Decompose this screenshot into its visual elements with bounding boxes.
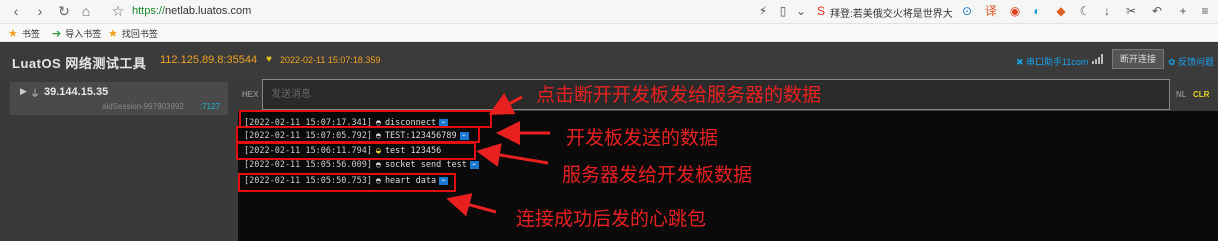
plug-icon: ⏚ [30,89,40,100]
app-header: LuatOS 网络测试工具 112.125.89.8:35544 ♥ 2022-… [0,43,1218,77]
serial-helper-link[interactable]: ✖ 串口助手11com [1016,55,1088,68]
bookmark-item[interactable]: ➔ 导入书签 [52,27,101,40]
download-icon[interactable]: ↓ [1100,4,1114,18]
connection-item[interactable]: ▶ ⏚ 39.144.15.35 aidSession-997903992 :7… [10,82,228,115]
undo-icon[interactable]: ↶ [1150,4,1164,18]
address-bar[interactable]: https://netlab.luatos.com [132,5,251,17]
game-icon[interactable]: ◆ [1054,4,1068,18]
hex-toggle[interactable]: HEX [242,90,258,99]
highlight-box [238,173,456,192]
night-mode-icon[interactable]: ☾ [1078,4,1092,18]
search-suggestion[interactable]: 拜登:若美俄交火将是世界大 [830,5,953,20]
heart-icon: ♥ [266,54,272,65]
menu-icon[interactable]: ≡ [1198,4,1212,18]
annotation-board-send: 开发板发送的数据 [566,127,719,149]
signal-icon [1092,54,1103,64]
server-address: 112.125.89.8:35544 [160,54,258,66]
sync-icon[interactable]: ◐ [1030,4,1044,18]
clear-button[interactable]: CLR [1193,90,1209,99]
cut-icon[interactable]: ✂ [1124,4,1138,18]
highlight-box [236,142,476,160]
connection-ip: 39.144.15.35 [44,86,109,98]
forward-icon[interactable]: › [32,3,48,19]
connection-session: aidSession-997903992 [102,102,184,111]
bookmark-item[interactable]: ★ 书签 [8,27,40,40]
doc-icon[interactable]: ▯ [776,4,790,18]
header-date: 2022-02-11 15:07:18.359 [280,55,381,65]
star-icon: ★ [108,28,118,40]
chevron-down-icon[interactable]: ⌄ [794,4,808,18]
lightning-icon[interactable]: ⚡ [756,4,770,18]
star-icon: ★ [8,28,18,40]
reload-icon[interactable]: ↻ [56,3,72,19]
import-icon: ➔ [52,28,62,40]
connection-list: ▶ ⏚ 39.144.15.35 aidSession-997903992 :7… [0,77,238,241]
bookmark-item[interactable]: ★ 找回书签 [108,27,158,40]
search-engine-icon[interactable]: S [814,4,828,18]
log-line: [2022-02-11 15:05:56.009] ◓ socket send te… [244,160,479,170]
app-icon[interactable]: ◉ [1008,4,1022,18]
nl-toggle[interactable]: NL [1176,90,1186,99]
annotation-disconnect: 点击断开开发板发给服务器的数据 [536,84,822,106]
translate-icon[interactable]: 译 [984,4,998,18]
disconnect-button[interactable]: 断开连接 [1112,49,1164,69]
home-icon[interactable]: ⌂ [78,3,94,19]
incoming-icon: ◓ [375,160,381,170]
bookmarks-bar: ★ 书签 ➔ 导入书签 ★ 找回书签 [0,24,1218,42]
extension-icon[interactable]: ⊙ [960,4,974,18]
star-icon[interactable]: ☆ [110,3,126,19]
expand-icon[interactable]: ▶ [20,86,27,97]
plus-icon[interactable]: + [1176,4,1190,18]
app-title: LuatOS 网络测试工具 [12,56,147,71]
annotation-server-send: 服务器发给开发板数据 [562,164,753,186]
highlight-box [236,126,480,143]
back-icon[interactable]: ‹ [8,3,24,19]
annotation-heartbeat: 连接成功后发的心跳包 [516,208,707,230]
browser-toolbar: ‹ › ↻ ⌂ ☆ https://netlab.luatos.com ⚡ ▯ … [0,0,1218,24]
copy-icon[interactable]: ⇐ [469,160,479,169]
connection-port: :7127 [200,102,221,111]
feedback-link[interactable]: ✿ 反馈问题 [1168,55,1214,68]
